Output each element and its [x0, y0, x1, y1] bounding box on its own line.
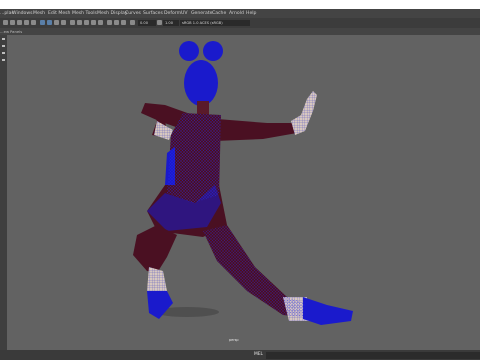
leg-wire	[203, 225, 305, 317]
perspective-viewport[interactable]	[7, 35, 480, 350]
menu-item-uv[interactable]: UV	[181, 9, 188, 18]
gamma-icon[interactable]	[157, 20, 162, 25]
menu-item-surfaces[interactable]: Surfaces	[143, 9, 163, 18]
panel-menubar: ...ew Panels	[0, 28, 480, 35]
menu-item-cache[interactable]: Cache	[212, 9, 226, 18]
tool-paint-icon[interactable]	[2, 52, 5, 54]
tool-select-icon[interactable]	[2, 38, 5, 40]
menu-item-edit-mesh[interactable]: Edit Mesh	[48, 9, 70, 18]
menu-item-mesh-display[interactable]: Mesh Display	[97, 9, 128, 18]
menu-item-deform[interactable]: Deform	[164, 9, 181, 18]
shadows-icon[interactable]	[70, 20, 75, 25]
exposure-icon[interactable]	[130, 20, 135, 25]
depth-of-field-icon[interactable]	[98, 20, 103, 25]
anti-aliasing-icon[interactable]	[91, 20, 96, 25]
menu-item-windows[interactable]: Windows	[12, 9, 33, 18]
bookmark-icon[interactable]	[17, 20, 22, 25]
mel-command-input[interactable]	[266, 352, 480, 359]
textured-icon[interactable]	[54, 20, 59, 25]
menu-item-generate[interactable]: Generate	[191, 9, 212, 18]
script-language-label[interactable]: MEL	[254, 351, 263, 359]
right-arm	[215, 119, 297, 141]
wireframe-icon[interactable]	[40, 20, 45, 25]
left-thigh	[133, 225, 177, 273]
hair-bun-right	[203, 41, 223, 61]
smooth-shade-icon[interactable]	[47, 20, 52, 25]
lock-camera-icon[interactable]	[10, 20, 15, 25]
menu-item-mesh[interactable]: Mesh	[33, 9, 45, 18]
isolate-select-icon[interactable]	[107, 20, 112, 25]
neck	[197, 101, 209, 115]
xray-icon[interactable]	[114, 20, 119, 25]
gamma-field[interactable]: 1.00	[163, 19, 179, 26]
menu-item-panels[interactable]: Panels	[10, 28, 22, 35]
main-menubar: ...plas Windows Mesh Edit Mesh Mesh Tool…	[0, 9, 480, 18]
right-hand	[291, 91, 317, 135]
character-model	[133, 41, 353, 325]
lighting-icon[interactable]	[61, 20, 66, 25]
ambient-occlusion-icon[interactable]	[77, 20, 82, 25]
menu-item-view[interactable]: ...ew	[0, 28, 9, 35]
xray-joints-icon[interactable]	[121, 20, 126, 25]
tool-box	[0, 35, 7, 355]
menu-item-curves[interactable]: Curves	[125, 9, 141, 18]
head	[184, 60, 218, 106]
title-strip	[0, 0, 480, 9]
exposure-field[interactable]: 0.00	[138, 19, 156, 26]
select-camera-icon[interactable]	[3, 20, 8, 25]
menu-item-help[interactable]: Help	[246, 9, 256, 18]
camera-label: persp	[229, 338, 239, 342]
tool-move-icon[interactable]	[2, 59, 5, 61]
menu-item-mesh-tools[interactable]: Mesh Tools	[72, 9, 97, 18]
viewport-toolbar: 0.00 1.00 sRGB 1.0 ACES (sRGB)	[0, 18, 480, 28]
menu-item-arnold[interactable]: Arnold	[229, 9, 244, 18]
image-plane-icon[interactable]	[24, 20, 29, 25]
grid-icon[interactable]	[31, 20, 36, 25]
right-shoe	[303, 297, 353, 325]
motion-blur-icon[interactable]	[84, 20, 89, 25]
color-space-dropdown[interactable]: sRGB 1.0 ACES (sRGB)	[180, 19, 250, 26]
hair-bun-left	[179, 41, 199, 61]
tool-lasso-icon[interactable]	[2, 45, 5, 47]
